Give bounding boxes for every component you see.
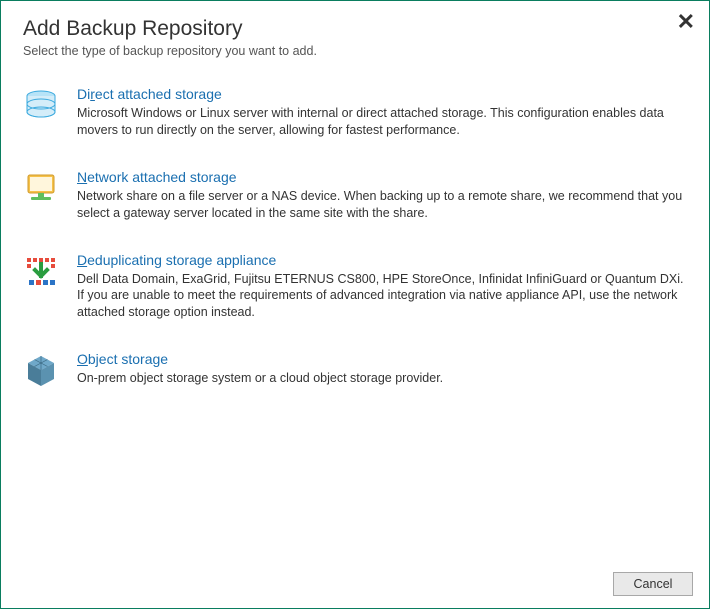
nas-icon [23,171,59,207]
dedup-icon [23,254,59,290]
option-direct-attached[interactable]: Direct attached storage Microsoft Window… [23,86,687,139]
cube-icon [23,353,59,389]
option-title: Deduplicating storage appliance [77,252,687,268]
page-subtitle: Select the type of backup repository you… [23,44,687,58]
dialog-footer: Cancel [1,560,709,608]
close-icon[interactable]: ✕ [677,11,695,33]
option-description: On-prem object storage system or a cloud… [77,370,687,387]
option-description: Microsoft Windows or Linux server with i… [77,105,687,139]
cancel-button[interactable]: Cancel [613,572,693,596]
option-title: Network attached storage [77,169,687,185]
option-title: Direct attached storage [77,86,687,102]
option-title: Object storage [77,351,687,367]
dialog-header: Add Backup Repository Select the type of… [1,1,709,66]
option-nas[interactable]: Network attached storage Network share o… [23,169,687,222]
option-object[interactable]: Object storage On-prem object storage sy… [23,351,687,389]
option-dedup[interactable]: Deduplicating storage appliance Dell Dat… [23,252,687,322]
option-description: Dell Data Domain, ExaGrid, Fujitsu ETERN… [77,271,687,322]
option-description: Network share on a file server or a NAS … [77,188,687,222]
options-list: Direct attached storage Microsoft Window… [1,66,709,389]
page-title: Add Backup Repository [23,17,687,41]
disk-stack-icon [23,88,59,124]
